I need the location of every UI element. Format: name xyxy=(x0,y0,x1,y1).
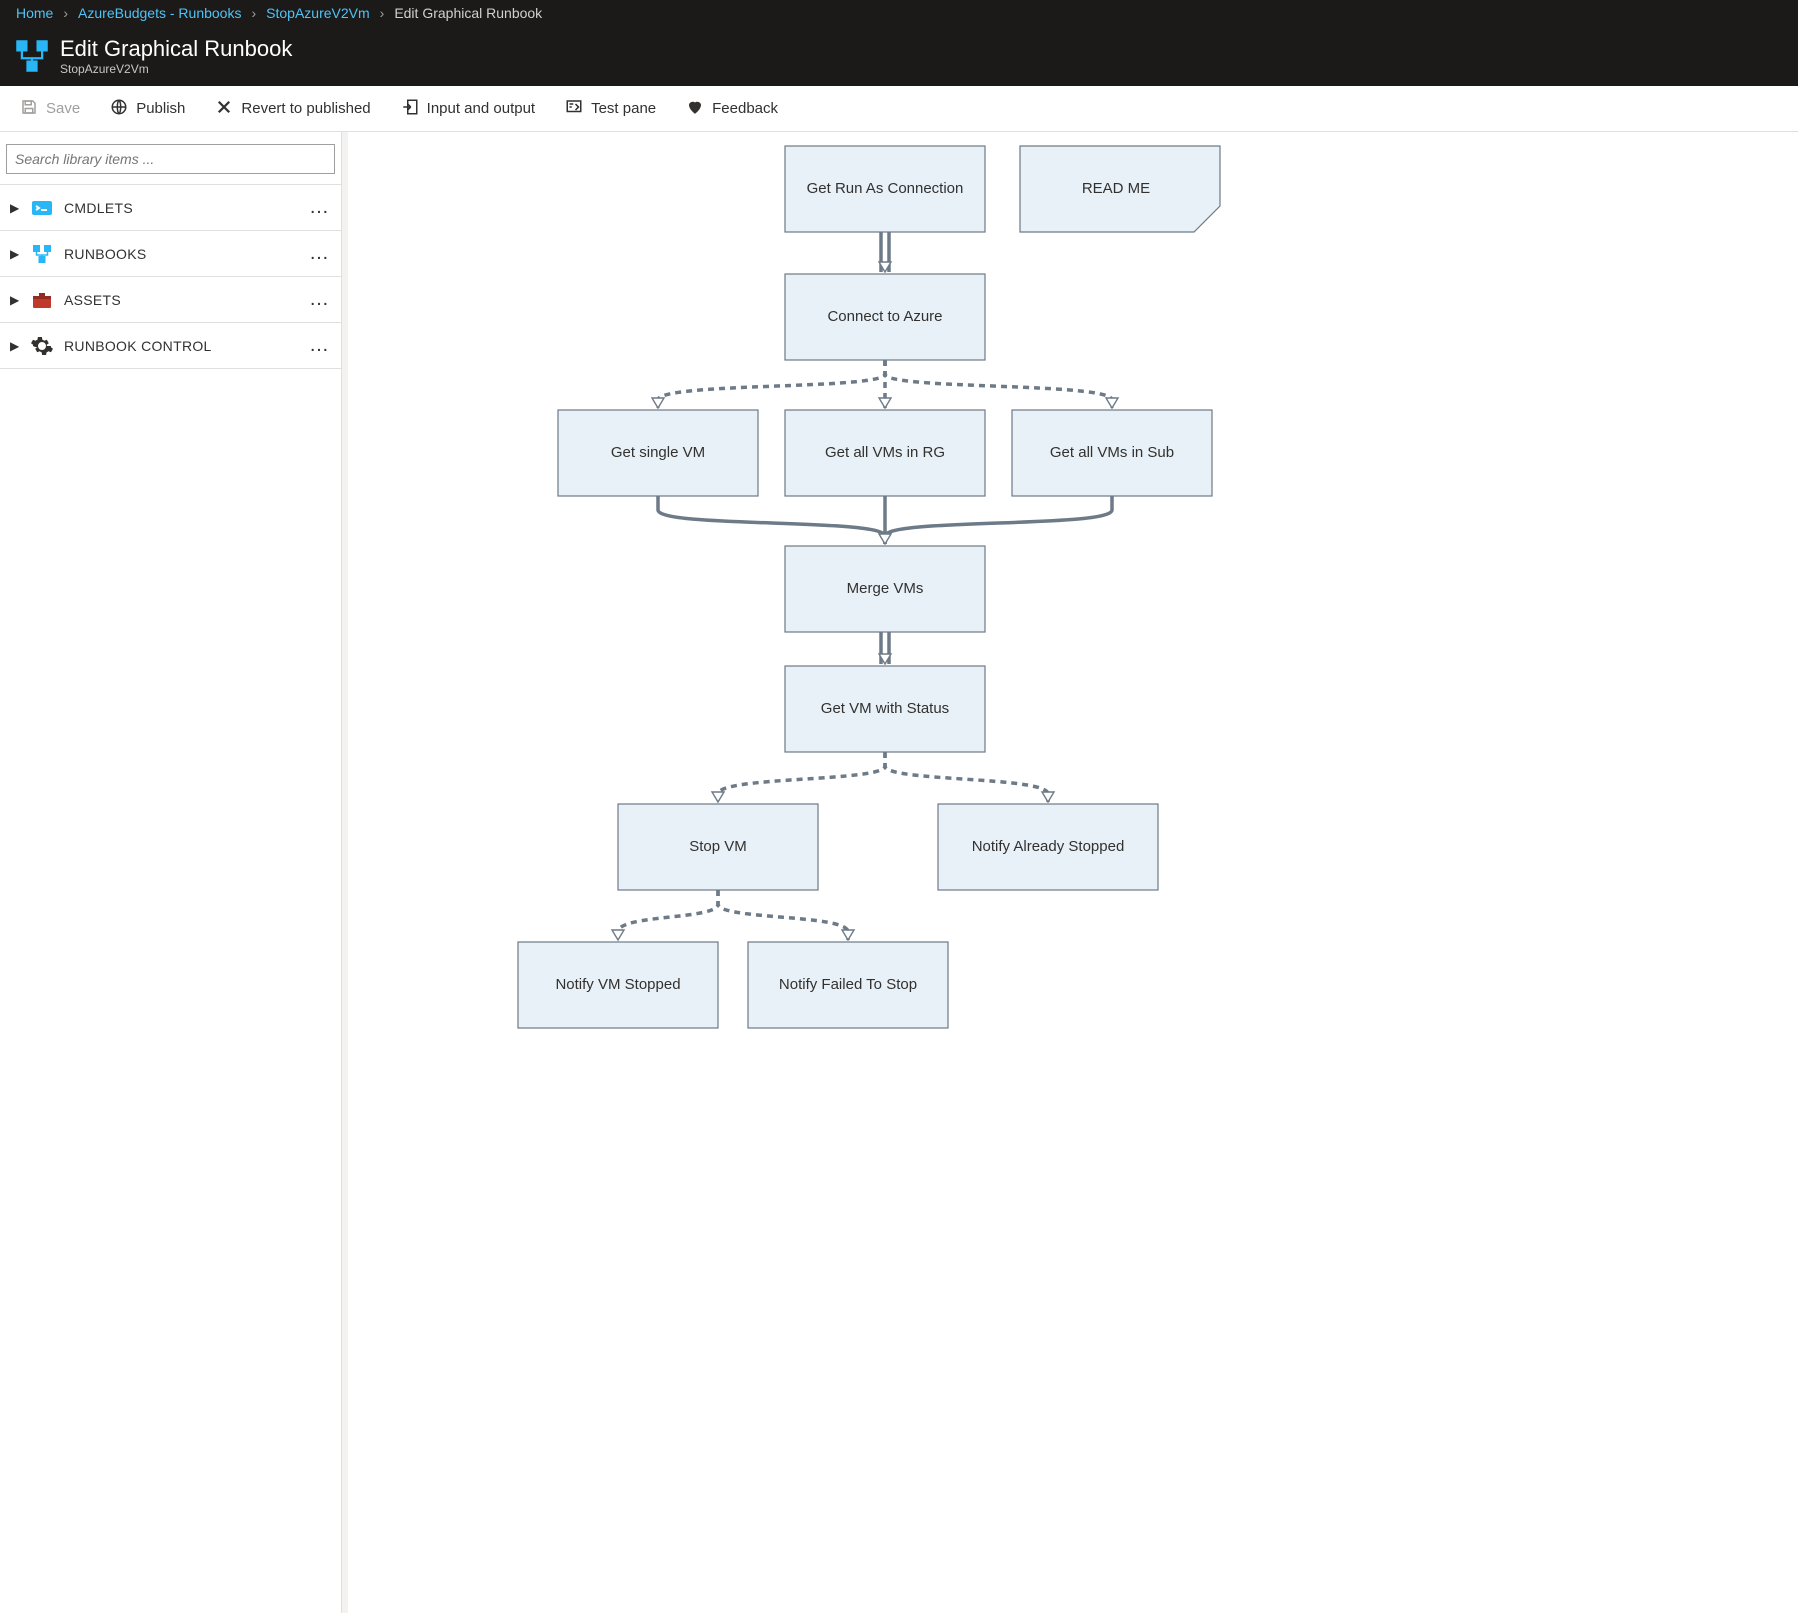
svg-text:Notify Failed To Stop: Notify Failed To Stop xyxy=(779,976,917,993)
node-already[interactable]: Notify Already Stopped xyxy=(938,804,1158,890)
sidebar-item-label: RUNBOOK CONTROL xyxy=(64,338,212,354)
search-input[interactable] xyxy=(6,144,335,174)
revert-button[interactable]: Revert to published xyxy=(215,98,370,120)
graph-canvas[interactable]: Get Run As Connection READ ME Connect to… xyxy=(342,132,1798,1613)
globe-icon xyxy=(110,98,128,120)
svg-text:Merge VMs: Merge VMs xyxy=(847,580,924,597)
chevron-right-icon: ▶ xyxy=(10,247,20,261)
sidebar-item-runbooks[interactable]: ▶ RUNBOOKS … xyxy=(0,231,341,277)
breadcrumb-sep: › xyxy=(380,5,385,21)
node-get-connection[interactable]: Get Run As Connection xyxy=(785,146,985,232)
node-readme[interactable]: READ ME xyxy=(1020,146,1220,232)
svg-text:Notify Already Stopped: Notify Already Stopped xyxy=(972,838,1125,855)
node-all-sub[interactable]: Get all VMs in Sub xyxy=(1012,410,1212,496)
feedback-button[interactable]: Feedback xyxy=(686,98,778,120)
chevron-right-icon: ▶ xyxy=(10,339,20,353)
runbooks-icon xyxy=(30,242,54,266)
breadcrumb: Home › AzureBudgets - Runbooks › StopAzu… xyxy=(0,0,1798,26)
chevron-right-icon: ▶ xyxy=(10,293,20,307)
gear-icon xyxy=(30,334,54,358)
sidebar-item-label: RUNBOOKS xyxy=(64,246,147,262)
publish-button[interactable]: Publish xyxy=(110,98,185,120)
chevron-right-icon: ▶ xyxy=(10,201,20,215)
revert-label: Revert to published xyxy=(241,100,370,117)
node-all-rg[interactable]: Get all VMs in RG xyxy=(785,410,985,496)
svg-text:Get VM with Status: Get VM with Status xyxy=(821,700,949,717)
io-button[interactable]: Input and output xyxy=(401,98,535,120)
node-merge[interactable]: Merge VMs xyxy=(785,546,985,632)
node-single-vm[interactable]: Get single VM xyxy=(558,410,758,496)
library-sidebar: ▶ CMDLETS … ▶ RUNBOOKS … ▶ ASSETS … ▶ RU… xyxy=(0,132,342,1613)
sidebar-item-label: CMDLETS xyxy=(64,200,133,216)
save-button: Save xyxy=(20,98,80,120)
heart-icon xyxy=(686,98,704,120)
node-stopped[interactable]: Notify VM Stopped xyxy=(518,942,718,1028)
svg-text:Get all VMs in RG: Get all VMs in RG xyxy=(825,444,945,461)
revert-icon xyxy=(215,98,233,120)
sidebar-item-assets[interactable]: ▶ ASSETS … xyxy=(0,277,341,323)
more-icon[interactable]: … xyxy=(309,288,331,311)
sidebar-item-cmdlets[interactable]: ▶ CMDLETS … xyxy=(0,185,341,231)
test-button[interactable]: Test pane xyxy=(565,98,656,120)
save-icon xyxy=(20,98,38,120)
breadcrumb-sep: › xyxy=(63,5,68,21)
sidebar-item-label: ASSETS xyxy=(64,292,121,308)
breadcrumb-home[interactable]: Home xyxy=(16,5,53,21)
svg-text:Get Run As Connection: Get Run As Connection xyxy=(807,180,964,197)
breadcrumb-current: Edit Graphical Runbook xyxy=(394,5,542,21)
more-icon[interactable]: … xyxy=(309,196,331,219)
assets-icon xyxy=(30,288,54,312)
io-label: Input and output xyxy=(427,100,535,117)
node-failed[interactable]: Notify Failed To Stop xyxy=(748,942,948,1028)
more-icon[interactable]: … xyxy=(309,242,331,265)
node-connect[interactable]: Connect to Azure xyxy=(785,274,985,360)
io-icon xyxy=(401,98,419,120)
svg-text:Connect to Azure: Connect to Azure xyxy=(827,308,942,325)
svg-text:Get single VM: Get single VM xyxy=(611,444,705,461)
page-title: Edit Graphical Runbook xyxy=(60,36,292,62)
svg-text:Get all VMs in Sub: Get all VMs in Sub xyxy=(1050,444,1174,461)
svg-text:Stop VM: Stop VM xyxy=(689,838,747,855)
runbook-icon xyxy=(14,38,50,74)
breadcrumb-sep: › xyxy=(251,5,256,21)
svg-text:READ ME: READ ME xyxy=(1082,180,1150,197)
feedback-label: Feedback xyxy=(712,100,778,117)
more-icon[interactable]: … xyxy=(309,334,331,357)
page-header: Edit Graphical Runbook StopAzureV2Vm xyxy=(0,26,1798,86)
toolbar: Save Publish Revert to published Input a… xyxy=(0,86,1798,132)
publish-label: Publish xyxy=(136,100,185,117)
save-label: Save xyxy=(46,100,80,117)
test-label: Test pane xyxy=(591,100,656,117)
node-status[interactable]: Get VM with Status xyxy=(785,666,985,752)
node-stop[interactable]: Stop VM xyxy=(618,804,818,890)
page-subtitle: StopAzureV2Vm xyxy=(60,62,292,76)
svg-text:Notify VM Stopped: Notify VM Stopped xyxy=(555,976,680,993)
sidebar-item-control[interactable]: ▶ RUNBOOK CONTROL … xyxy=(0,323,341,369)
breadcrumb-runbook[interactable]: StopAzureV2Vm xyxy=(266,5,370,21)
breadcrumb-account[interactable]: AzureBudgets - Runbooks xyxy=(78,5,241,21)
cmdlets-icon xyxy=(30,196,54,220)
test-icon xyxy=(565,98,583,120)
